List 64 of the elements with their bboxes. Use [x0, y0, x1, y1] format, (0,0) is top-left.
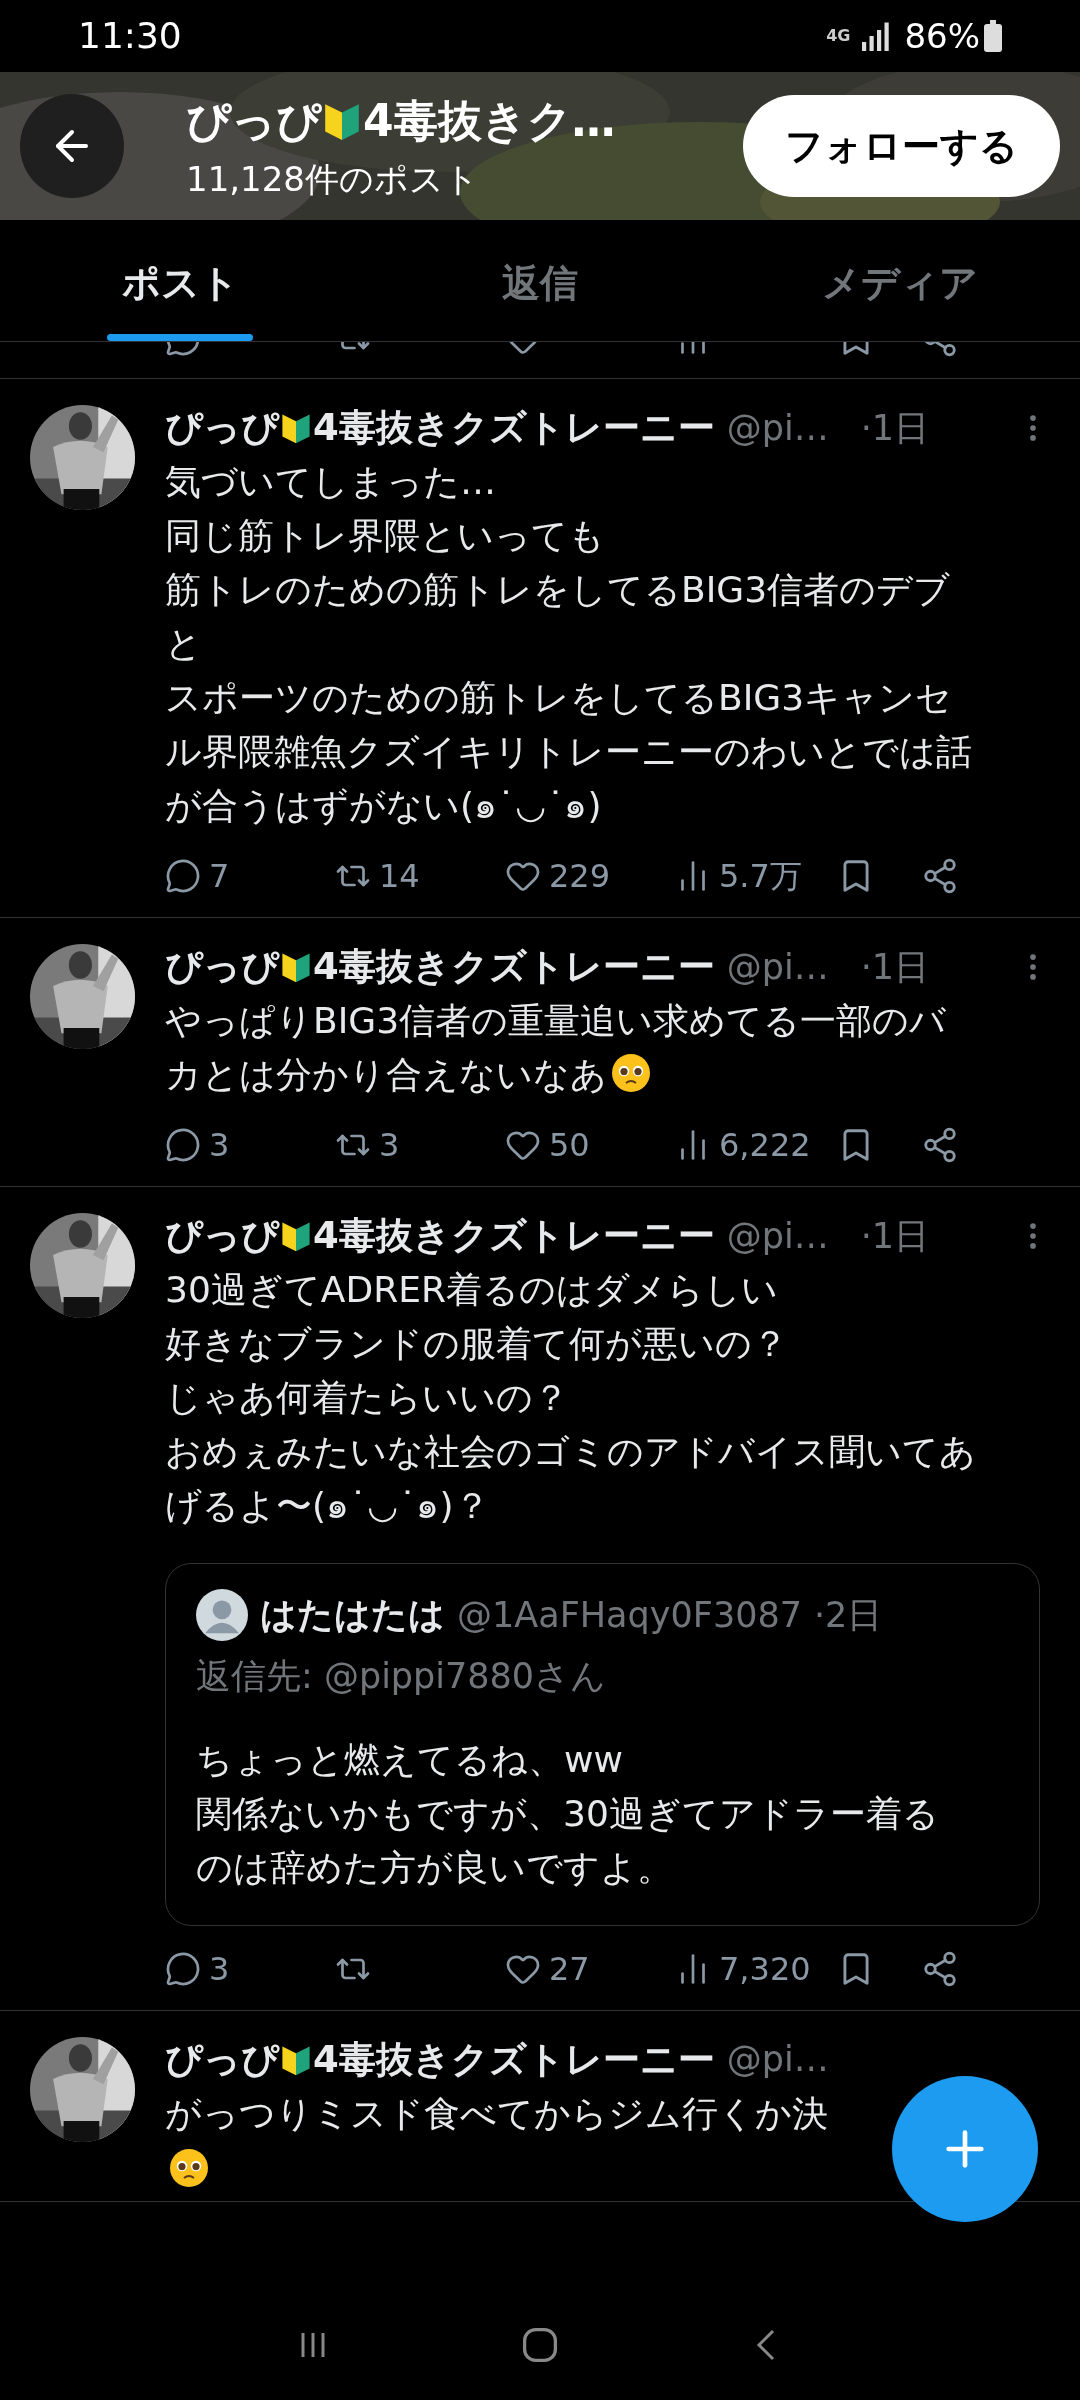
- stat-count: 3: [379, 1125, 400, 1166]
- post-time: ·1日: [860, 406, 930, 450]
- post-text: スポーツのための筋トレをしてるBIG3キャンセ: [165, 677, 953, 718]
- beginner-mark-icon: [279, 411, 313, 445]
- post-text: げるよ〜(๑˙◡˙๑)？: [165, 1485, 490, 1526]
- author-name[interactable]: ぴっぴ: [165, 939, 279, 995]
- post-text: おめぇみたいな社会のゴミのアドバイス聞いてあ: [165, 1431, 976, 1472]
- author-handle: @pi…: [726, 406, 829, 450]
- stat-count: 27: [549, 1948, 590, 1990]
- beginner-mark-icon: [279, 1219, 313, 1253]
- author-handle: @pi…: [726, 1214, 829, 1258]
- quoted-text: のは辞めた方が良いですよ。: [196, 1846, 673, 1888]
- post-text: と: [165, 623, 202, 664]
- stat-count: 7: [209, 856, 230, 897]
- author-name[interactable]: 4毒抜きクズトレーニー: [313, 939, 715, 995]
- post-text: カとは分かり合えないなあ: [165, 1054, 607, 1095]
- tab[interactable]: 返信: [360, 220, 720, 341]
- author-name[interactable]: はたはたは: [260, 1588, 445, 1642]
- post-time: ·1日: [860, 1214, 930, 1258]
- post-time: ·2日: [813, 1593, 883, 1637]
- post-text: 同じ筋トレ界隈といっても: [165, 515, 605, 556]
- stat-count: 5.7万: [719, 856, 802, 897]
- profile-name: ぴっぴ: [186, 93, 321, 148]
- reply-to-text: 返信先: @pippi7880さん: [196, 1655, 608, 1698]
- stat-count: 229: [549, 856, 611, 897]
- quoted-text: ちょっと燃えてるね、ww: [196, 1738, 623, 1780]
- post-count: 11,128件のポスト: [186, 157, 480, 201]
- post-time: ·1日: [860, 945, 930, 989]
- author-handle: @1AaFHaqy0F3087: [457, 1593, 802, 1637]
- author-name[interactable]: 4毒抜きクズトレーニー: [313, 400, 715, 456]
- author-handle: @pi…: [726, 945, 829, 989]
- stat-count: 6,222: [719, 1125, 811, 1166]
- author-name[interactable]: ぴっぴ: [165, 400, 279, 456]
- stat-count: 14: [379, 856, 420, 897]
- network-type: 4G: [826, 25, 851, 47]
- post-text: 30過ぎてADRER着るのはダメらしい: [165, 1269, 778, 1310]
- post-text: がっつりミスド食べてからジム行くか決: [165, 2092, 828, 2134]
- stat-count: 50: [549, 1125, 590, 1166]
- follow-button[interactable]: フォローする: [743, 95, 1060, 197]
- beginner-mark-icon: [279, 950, 313, 984]
- battery-level: 86%: [904, 14, 980, 58]
- tab[interactable]: ポスト: [0, 220, 360, 341]
- post-text: ル界隈雑魚クズイキリトレーニーのわいとでは話: [165, 731, 972, 772]
- tab[interactable]: メディア: [720, 220, 1080, 341]
- profile-name: 4毒抜きク…: [363, 93, 616, 148]
- author-name[interactable]: 4毒抜きクズトレーニー: [313, 2031, 715, 2088]
- author-name[interactable]: ぴっぴ: [165, 1208, 279, 1264]
- quoted-post[interactable]: はたはたは @1AaFHaqy0F3087 ·2日 返信先: @pippi7880さん ちょっと燃えてるね、ww 関係ないかもですが、30過ぎてアドラー着る のは辞めた方が良いですよ。: [165, 1563, 1040, 1926]
- clock: 11:30: [78, 14, 182, 58]
- post-text: 気づいてしまった…: [165, 461, 496, 502]
- battery-icon: [984, 20, 1002, 52]
- author-handle: @pi…: [726, 2038, 829, 2082]
- post-text: やっぱりBIG3信者の重量追い求めてる一部のバ: [165, 1000, 947, 1041]
- stat-count: 7,320: [719, 1948, 811, 1990]
- post-text: が合うはずがない(๑˙◡˙๑): [165, 785, 602, 826]
- author-name[interactable]: 4毒抜きクズトレーニー: [313, 1208, 715, 1264]
- quoted-text: 関係ないかもですが、30過ぎてアドラー着る: [196, 1792, 939, 1834]
- post-text: じゃあ何着たらいいの？: [165, 1377, 569, 1418]
- stat-count: 3: [209, 1125, 230, 1166]
- stat-count: 3: [209, 1948, 230, 1990]
- avatar-icon: [196, 1589, 248, 1641]
- post-text: 好きなブランドの服着て何が悪いの？: [165, 1323, 788, 1364]
- post-text: 筋トレのための筋トレをしてるBIG3信者のデブ: [165, 569, 951, 610]
- author-name[interactable]: ぴっぴ: [165, 2031, 279, 2088]
